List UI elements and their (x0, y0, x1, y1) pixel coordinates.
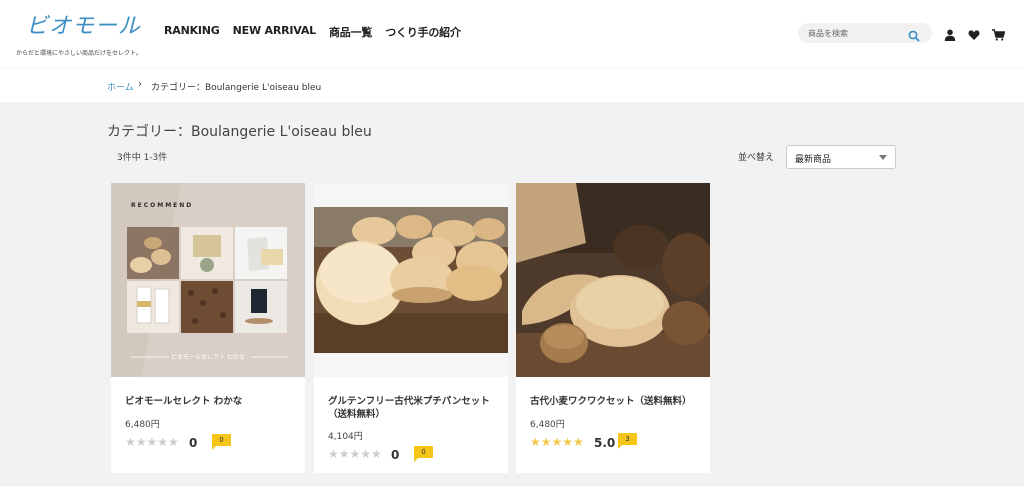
rating-value: 0 (189, 436, 198, 450)
sort-selected-value: 最新商品 (795, 155, 832, 165)
result-count: 3件中 1-3件 (117, 153, 168, 163)
review-count-badge[interactable]: 3 (618, 433, 637, 449)
nav-product-list[interactable]: 商品一覧 (329, 24, 372, 40)
nav-makers[interactable]: つくり手の紹介 (385, 24, 461, 40)
product-image[interactable]: RECOMMEND ビオモールセレクト わかな (111, 183, 305, 377)
product-card[interactable]: RECOMMEND ビオモールセレクト わかな ビオモールセレクト わかな 6,… (111, 183, 305, 473)
search-input[interactable] (808, 26, 900, 40)
product-card[interactable]: グルテンフリー古代米プチパンセット（送料無料） 4,104円 ★★★★★ 0 0 (314, 183, 508, 473)
product-image[interactable] (314, 183, 508, 377)
heart-icon[interactable] (968, 26, 982, 40)
chevron-down-icon (879, 155, 887, 160)
rating-value: 5.0 (594, 436, 616, 450)
product-image[interactable] (516, 183, 710, 377)
review-count-badge[interactable]: 0 (212, 434, 231, 450)
product-name[interactable]: ビオモールセレクト わかな (125, 395, 295, 408)
product-price: 4,104円 (328, 432, 363, 442)
star-rating: ★★★★★ (328, 447, 382, 461)
sort-select[interactable]: 最新商品 (786, 145, 896, 169)
product-name[interactable]: 古代小麦ワクワクセット（送料無料） (530, 395, 700, 408)
rating-value: 0 (391, 448, 400, 462)
logo-tagline: からだと環境にやさしい商品だけをセレクト。 (16, 50, 142, 57)
nav-ranking[interactable]: RANKING (164, 24, 220, 40)
page-title: カテゴリー：Boulangerie L'oiseau bleu (107, 124, 372, 140)
breadcrumb-current: カテゴリー：Boulangerie L'oiseau bleu (151, 83, 322, 93)
star-rating: ★★★★★ (530, 435, 584, 449)
search-icon[interactable] (908, 27, 922, 42)
product-price: 6,480円 (125, 420, 160, 430)
breadcrumb-home[interactable]: ホーム (107, 80, 134, 93)
breadcrumb: ホーム › カテゴリー：Boulangerie L'oiseau bleu (0, 68, 1024, 102)
product-price: 6,480円 (530, 420, 565, 430)
star-rating: ★★★★★ (125, 435, 179, 449)
nav-new-arrival[interactable]: NEW ARRIVAL (233, 24, 317, 40)
site-logo[interactable]: ビオモール からだと環境にやさしい商品だけをセレクト。 (16, 8, 156, 58)
user-icon[interactable] (944, 26, 958, 41)
logo-mark: ビオモール (26, 14, 142, 39)
chevron-right-icon: › (138, 79, 142, 90)
product-card[interactable]: 古代小麦ワクワクセット（送料無料） 6,480円 ★★★★★ 5.0 3 (516, 183, 710, 473)
cart-icon[interactable] (992, 26, 1006, 41)
review-count-badge[interactable]: 0 (414, 446, 433, 462)
site-header: ビオモール からだと環境にやさしい商品だけをセレクト。 RANKING NEW … (0, 0, 1024, 68)
image-bottom-text: ビオモールセレクト わかな (171, 353, 245, 361)
image-top-text: RECOMMEND (131, 202, 193, 209)
product-name[interactable]: グルテンフリー古代米プチパンセット（送料無料） (328, 395, 498, 421)
search-box (798, 23, 932, 43)
sort-label: 並べ替え (738, 153, 775, 163)
main-nav: RANKING NEW ARRIVAL 商品一覧 つくり手の紹介 (164, 24, 461, 40)
